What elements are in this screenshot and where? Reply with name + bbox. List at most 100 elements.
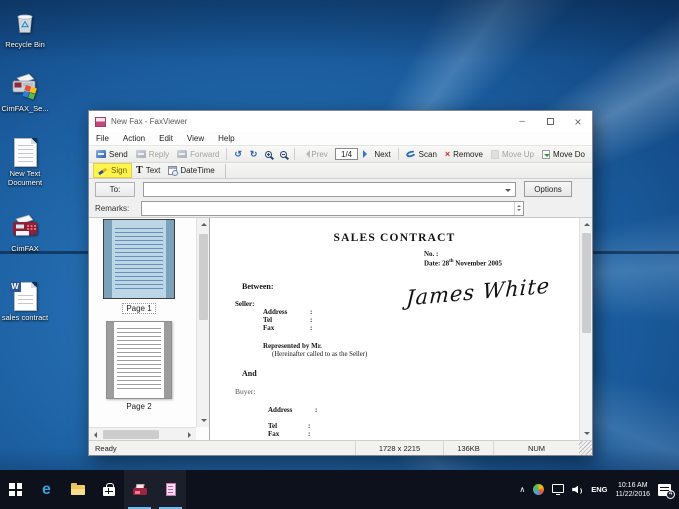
desktop-icon-recycle-bin[interactable]: Recycle Bin — [0, 8, 57, 49]
triangle-left-icon — [91, 432, 97, 438]
remarks-spinner[interactable] — [514, 202, 523, 215]
thumbnail-panel: Page 1 Page 2 — [89, 218, 210, 440]
menu-file[interactable]: File — [89, 134, 116, 143]
network-icon[interactable] — [552, 484, 564, 493]
seller-label: Seller: — [235, 300, 254, 308]
menu-edit[interactable]: Edit — [152, 134, 180, 143]
taskbar-faxviewer[interactable] — [155, 470, 186, 509]
forward-button[interactable]: Forward — [173, 147, 223, 162]
text-tool-button[interactable]: T Text — [132, 163, 164, 178]
thumbnail-horizontal-scrollbar[interactable] — [89, 427, 196, 440]
scroll-left-button[interactable] — [89, 428, 102, 441]
minimize-button[interactable]: – — [508, 111, 536, 132]
taskbar-edge[interactable]: e — [31, 470, 62, 509]
scrollbar-thumb[interactable] — [103, 430, 159, 439]
prev-arrow-icon — [302, 150, 310, 158]
scrollbar-thumb[interactable] — [199, 234, 208, 320]
window-title: New Fax - FaxViewer — [111, 117, 508, 126]
status-bar: Ready 1728 x 2215 136KB NUM — [89, 440, 592, 455]
store-bag-icon — [103, 487, 115, 496]
maximize-button[interactable] — [536, 111, 564, 132]
close-button[interactable]: × — [564, 111, 592, 132]
signature[interactable]: James White — [406, 274, 551, 311]
reply-button[interactable]: Reply — [132, 147, 173, 162]
next-page-button[interactable]: Next — [361, 147, 394, 162]
prev-page-button[interactable]: Prev — [298, 147, 331, 162]
sign-button[interactable]: Sign — [93, 163, 132, 178]
speaker-icon[interactable] — [572, 485, 583, 495]
menu-view[interactable]: View — [180, 134, 211, 143]
scan-icon — [405, 150, 416, 159]
desktop: Recycle Bin CimFAX_Se... New Text Docume… — [0, 0, 679, 509]
buyer-fax-row: Fax: — [268, 430, 310, 438]
scroll-up-button[interactable] — [580, 218, 592, 231]
remove-button[interactable]: × Remove — [441, 147, 487, 162]
num-lock-indicator: NUM — [493, 441, 579, 455]
toolbar-separator — [398, 148, 399, 160]
scroll-up-button[interactable] — [197, 218, 210, 231]
zoom-in-button[interactable] — [261, 147, 276, 162]
buyer-address-row: Address: — [268, 406, 317, 414]
edge-icon: e — [42, 482, 51, 498]
scan-button[interactable]: Scan — [402, 147, 441, 162]
move-down-button[interactable]: Move Do — [538, 147, 589, 162]
spinner-down-icon — [517, 209, 521, 213]
rotate-right-button[interactable]: ↻ — [246, 147, 262, 162]
tray-chevron-up-icon[interactable]: ∧ — [519, 485, 525, 494]
desktop-icon-label: New Text Document — [0, 169, 57, 187]
chevron-down-icon[interactable] — [505, 189, 511, 195]
desktop-icon-cimfax-setup[interactable]: CimFAX_Se... — [0, 70, 57, 113]
recycle-bin-icon — [10, 8, 40, 38]
taskbar-cimfax[interactable] — [124, 470, 155, 509]
send-button[interactable]: Send — [92, 147, 132, 162]
desktop-icon-cimfax[interactable]: CimFAX — [0, 210, 57, 253]
scroll-right-button[interactable] — [183, 428, 196, 441]
to-button[interactable]: To: — [95, 182, 135, 197]
remarks-label: Remarks: — [95, 204, 135, 213]
page-indicator[interactable]: 1/4 — [335, 148, 359, 160]
recipient-combobox[interactable] — [143, 182, 516, 197]
rotate-left-button[interactable]: ↺ — [230, 147, 246, 162]
page-1-label[interactable]: Page 1 — [89, 303, 189, 314]
clock[interactable]: 10:16 AM 11/22/2016 — [615, 481, 650, 499]
page-2-thumbnail[interactable] — [106, 321, 172, 399]
seller-address-row: Address: — [263, 308, 312, 316]
buyer-label: Buyer: — [235, 387, 255, 396]
taskbar: e ∧ ENG 10:16 AM 11/22/2016 4 — [0, 470, 679, 509]
thumbnail-vertical-scrollbar[interactable] — [196, 218, 209, 427]
move-up-button[interactable]: Move Up — [487, 147, 538, 162]
triangle-up-icon — [584, 220, 590, 226]
resize-grip[interactable] — [579, 441, 592, 455]
notification-badge: 4 — [666, 490, 675, 499]
desktop-icon-new-text-document[interactable]: New Text Document — [0, 138, 57, 187]
scroll-down-button[interactable] — [580, 427, 592, 440]
start-button[interactable] — [0, 470, 31, 509]
document-page[interactable]: SALES CONTRACT No. : Date: 28th November… — [210, 218, 592, 440]
desktop-icon-sales-contract[interactable]: W sales contract — [0, 282, 57, 322]
page-fold — [31, 282, 37, 288]
taskbar-file-explorer[interactable] — [62, 470, 93, 509]
taskbar-store[interactable] — [93, 470, 124, 509]
and-label: And — [242, 369, 257, 378]
word-logo-badge: W — [10, 281, 21, 292]
menu-action[interactable]: Action — [116, 134, 152, 143]
tray-app-icon[interactable] — [533, 484, 544, 495]
language-indicator[interactable]: ENG — [591, 485, 607, 494]
menu-help[interactable]: Help — [211, 134, 241, 143]
datetime-button[interactable]: DateTime — [164, 163, 218, 178]
contract-date-line: Date: 28th November 2005 — [424, 259, 502, 267]
scroll-down-button[interactable] — [197, 414, 210, 427]
titlebar[interactable]: New Fax - FaxViewer – × — [89, 111, 592, 132]
buyer-tel-row: Tel: — [268, 422, 310, 430]
options-button[interactable]: Options — [524, 181, 572, 197]
fax-document-icon — [166, 483, 176, 496]
action-center-icon[interactable]: 4 — [658, 484, 671, 496]
page-2-label[interactable]: Page 2 — [89, 402, 189, 411]
document-vertical-scrollbar[interactable] — [579, 218, 592, 440]
scrollbar-thumb[interactable] — [582, 233, 591, 333]
page-1-thumbnail[interactable] — [103, 219, 175, 299]
zoom-out-button[interactable] — [276, 147, 291, 162]
next-arrow-icon — [363, 150, 371, 158]
text-document-icon — [14, 138, 37, 167]
remarks-input[interactable] — [141, 201, 524, 216]
